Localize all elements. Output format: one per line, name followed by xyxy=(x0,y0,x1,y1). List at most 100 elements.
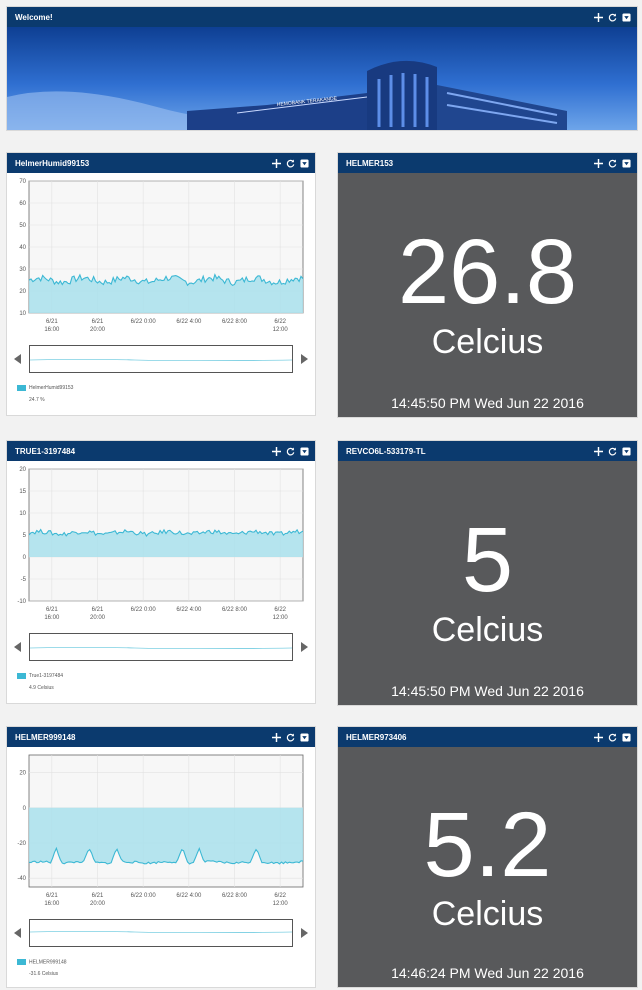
collapse-icon[interactable] xyxy=(622,446,631,456)
readout-title: HELMER153 xyxy=(346,158,394,168)
y-tick-label: -10 xyxy=(17,599,26,605)
scroll-right-icon[interactable] xyxy=(299,352,309,366)
chart-panel-true1: TRUE1-3197484 20 15 10 5 0 -5 -10 6/21 16:00 6/21… xyxy=(6,440,316,704)
x-tick-label: 6/22 4:00 xyxy=(176,607,202,613)
collapse-icon[interactable] xyxy=(300,446,309,456)
panel-controls xyxy=(272,158,309,168)
x-tick-label: 6/22 8:00 xyxy=(222,893,248,899)
chart-title: TRUE1-3197484 xyxy=(15,446,76,456)
chart-header: HelmerHumid99153 xyxy=(7,153,315,173)
collapse-icon[interactable] xyxy=(622,12,631,22)
x-tick-label: 6/22 4:00 xyxy=(176,319,202,325)
y-tick-label: 30 xyxy=(19,267,26,273)
welcome-banner-image: HEMOBANK TERAKANDE xyxy=(7,27,637,130)
y-tick-label: 10 xyxy=(19,311,26,317)
refresh-icon[interactable] xyxy=(286,159,295,168)
collapse-icon[interactable] xyxy=(300,158,309,168)
y-tick-label: 20 xyxy=(19,467,26,473)
y-tick-label: -40 xyxy=(17,876,26,882)
navigator-window[interactable] xyxy=(29,345,293,373)
chart-legend[interactable]: True1-3197484 4.9 Celsius xyxy=(17,673,63,691)
refresh-icon[interactable] xyxy=(286,447,295,456)
readout-value: 5 xyxy=(461,509,514,611)
legend-swatch xyxy=(17,959,26,965)
y-tick-label: 20 xyxy=(19,289,26,295)
y-tick-label: -5 xyxy=(21,577,27,583)
y-tick-label: 15 xyxy=(19,489,26,495)
x-tick-label-line2: 20:00 xyxy=(90,327,106,333)
refresh-icon[interactable] xyxy=(608,13,617,22)
legend-swatch xyxy=(17,385,26,391)
y-tick-label: 5 xyxy=(23,533,27,539)
x-tick-label: 6/22 0:00 xyxy=(131,893,157,899)
collapse-icon[interactable] xyxy=(622,158,631,168)
chart-navigator xyxy=(13,345,309,373)
chart-title: HelmerHumid99153 xyxy=(15,158,90,168)
readout-header: HELMER153 xyxy=(338,153,637,173)
collapse-icon[interactable] xyxy=(622,732,631,742)
move-icon[interactable] xyxy=(272,732,281,742)
panel-controls xyxy=(594,446,631,456)
welcome-title: Welcome! xyxy=(15,12,53,22)
readout-timestamp: 14:46:24 PM Wed Jun 22 2016 xyxy=(391,965,584,981)
x-tick-label-line2: 12:00 xyxy=(273,615,289,621)
refresh-icon[interactable] xyxy=(608,159,617,168)
readout-title: REVCO6L-533179-TL xyxy=(346,446,426,456)
panel-controls xyxy=(594,732,631,742)
series-area xyxy=(29,807,303,864)
navigator-window[interactable] xyxy=(29,633,293,661)
refresh-icon[interactable] xyxy=(608,733,617,742)
scroll-left-icon[interactable] xyxy=(13,640,23,654)
move-icon[interactable] xyxy=(594,158,603,168)
scroll-right-icon[interactable] xyxy=(299,926,309,940)
x-tick-label-line2: 12:00 xyxy=(273,901,289,907)
chart-panel-helmer999148: HELMER999148 20 0 -20 -40 6/21 16:00 6/21 20:00… xyxy=(6,726,316,988)
x-tick-label: 6/22 xyxy=(274,607,286,613)
readout-panel-helmer973406: HELMER973406 5.2 Celcius 14:46:24 PM Wed… xyxy=(337,726,638,988)
x-tick-label: 6/22 xyxy=(274,319,286,325)
readout-panel-revco: REVCO6L-533179-TL 5 Celcius 14:45:50 PM … xyxy=(337,440,638,706)
collapse-icon[interactable] xyxy=(300,732,309,742)
move-icon[interactable] xyxy=(272,158,281,168)
panel-controls xyxy=(272,732,309,742)
move-icon[interactable] xyxy=(594,446,603,456)
x-tick-label-line2: 20:00 xyxy=(90,901,106,907)
readout-header: REVCO6L-533179-TL xyxy=(338,441,637,461)
chart-svg: 20 15 10 5 0 -5 -10 6/21 16:00 6/21 20:00 6/22 0:00… xyxy=(17,467,304,621)
legend-current-value: 24.7 % xyxy=(29,397,45,404)
legend-current-value: -31.6 Celsius xyxy=(29,971,59,978)
scroll-left-icon[interactable] xyxy=(13,926,23,940)
legend-series-name: HelmerHumid99153 xyxy=(29,385,74,392)
scroll-right-icon[interactable] xyxy=(299,640,309,654)
refresh-icon[interactable] xyxy=(608,447,617,456)
x-tick-label: 6/21 xyxy=(92,319,104,325)
panel-controls xyxy=(594,158,631,168)
legend-series-name: True1-3197484 xyxy=(29,673,64,680)
chart-legend[interactable]: HELMER999148 -31.6 Celsius xyxy=(17,959,67,977)
x-tick-label-line2: 20:00 xyxy=(90,615,106,621)
readout-unit: Celcius xyxy=(431,895,544,933)
legend-current-value: 4.9 Celsius xyxy=(29,685,54,692)
panel-controls xyxy=(594,12,631,22)
legend-series-name: HELMER999148 xyxy=(29,959,67,966)
x-tick-label: 6/21 xyxy=(92,893,104,899)
chart-legend[interactable]: HelmerHumid99153 24.7 % xyxy=(17,385,73,403)
readout-unit: Celcius xyxy=(431,323,544,361)
x-tick-label: 6/22 8:00 xyxy=(222,607,248,613)
move-icon[interactable] xyxy=(594,12,603,22)
chart-panel-humid: HelmerHumid99153 70 60 50 40 30 20 10 6/21 16:00… xyxy=(6,152,316,416)
move-icon[interactable] xyxy=(594,732,603,742)
readout-display: 5 Celcius 14:45:50 PM Wed Jun 22 2016 xyxy=(338,461,637,705)
move-icon[interactable] xyxy=(272,446,281,456)
chart-svg: 70 60 50 40 30 20 10 6/21 16:00 6/21 20:00 6/22 0:0… xyxy=(19,179,304,333)
welcome-header: Welcome! xyxy=(7,7,637,27)
refresh-icon[interactable] xyxy=(286,733,295,742)
x-tick-label: 6/21 xyxy=(46,893,58,899)
y-tick-label: -20 xyxy=(17,841,26,847)
scroll-left-icon[interactable] xyxy=(13,352,23,366)
y-tick-label: 70 xyxy=(19,179,26,185)
x-tick-label-line2: 12:00 xyxy=(273,327,289,333)
panel-controls xyxy=(272,446,309,456)
x-tick-label: 6/22 xyxy=(274,893,286,899)
navigator-window[interactable] xyxy=(29,919,293,947)
